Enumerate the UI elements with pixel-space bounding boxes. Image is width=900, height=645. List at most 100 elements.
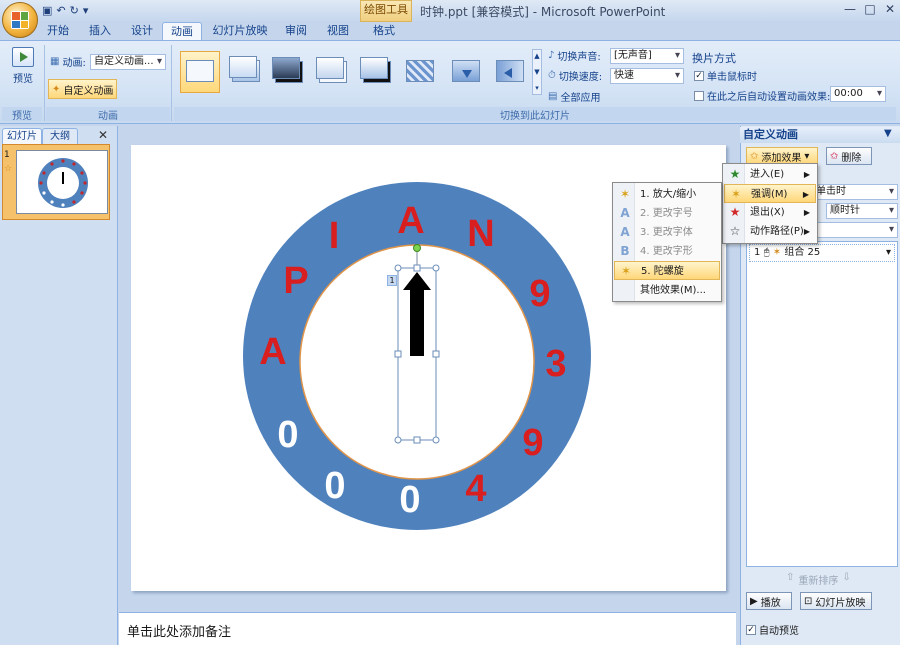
group-label-preview: 预览 [2, 107, 42, 122]
close-panel-icon[interactable]: ✕ [98, 128, 108, 142]
chevron-down-icon: ▾ [885, 247, 891, 258]
transition-sound-dropdown[interactable]: [无声音] [610, 48, 684, 64]
close-button[interactable]: ✕ [880, 2, 900, 18]
pane-title: 自定义动画 [740, 127, 900, 143]
animate-icon: ▦ [50, 56, 60, 67]
tab-slides[interactable]: 幻灯片 [2, 128, 42, 144]
move-down-icon[interactable]: ⇩ [842, 572, 850, 587]
move-up-icon[interactable]: ⇧ [786, 572, 794, 587]
undo-icon[interactable]: ↶ [56, 4, 65, 17]
qat-customize-icon[interactable]: ▾ [83, 4, 89, 17]
tab-animations[interactable]: 动画 [162, 22, 202, 40]
auto-advance-time-spinner[interactable]: 00:00 [830, 86, 886, 102]
grow-shrink-icon: ✶ [619, 187, 631, 201]
add-effect-menu: ★ 进入(E) ▶ ✶ 强调(M) ▶ ★ 退出(X) ▶ ☆ 动作路径(P) ▶ [722, 163, 818, 244]
reorder-label: 重新排序 [798, 576, 839, 587]
transition-fade[interactable] [226, 51, 266, 93]
office-logo-icon [11, 11, 29, 29]
tab-outline[interactable]: 大纲 [42, 128, 78, 144]
maximize-button[interactable]: □ [860, 2, 880, 18]
tab-review[interactable]: 审阅 [278, 22, 314, 40]
ring-letter: 3 [545, 343, 566, 385]
on-mouse-click-checkbox[interactable]: ✓ 单击鼠标时 [694, 68, 757, 83]
quick-access-toolbar: ▣ ↶ ↻ ▾ [42, 2, 88, 18]
ring-letter: A [397, 200, 424, 242]
slideshow-icon: ⊡ [804, 595, 813, 607]
checkbox-empty-icon [694, 90, 704, 101]
menu-item-exit[interactable]: ★ 退出(X) ▶ [724, 203, 816, 222]
submenu-arrow-icon: ▶ [803, 227, 810, 236]
apply-to-all-button[interactable]: ▤ 全部应用 [548, 89, 600, 104]
reorder-controls: ⇧ 重新排序 ⇩ [786, 572, 851, 587]
star-green-icon: ★ [729, 167, 741, 181]
submenu-arrow-icon: ▶ [802, 190, 809, 199]
font-icon: A [620, 225, 630, 239]
gallery-scroll[interactable]: ▲ ▼ ▾ [532, 49, 542, 95]
spin-icon: ✶ [620, 264, 632, 278]
ring-letter: N [467, 213, 494, 255]
slide-thumbnail[interactable] [16, 150, 108, 214]
transition-cut[interactable] [312, 51, 352, 93]
emphasis-effects-menu: ✶ 1. 放大/缩小 A 2. 更改字号 A 3. 更改字体 B 4. 更改字形 ✶ 5.… [612, 182, 722, 302]
speed-icon: ⏱ [548, 70, 556, 81]
ribbon: 预览 预览 ▦动画: 自定义动画... ✦自定义动画 动画 ▲ ▼ ▾ ♪切换声音:… [0, 40, 900, 124]
submenu-arrow-icon: ▶ [803, 208, 810, 217]
tab-slideshow[interactable]: 幻灯片放映 [208, 22, 272, 40]
auto-preview-checkbox[interactable]: ✓ 自动预览 [746, 622, 799, 637]
transition-wipe-left[interactable] [490, 51, 530, 93]
minimize-button[interactable]: — [840, 2, 860, 18]
animation-star-icon: ☆ [4, 164, 13, 174]
play-button[interactable]: ▶ 播放 [746, 592, 792, 610]
transition-dissolve[interactable] [400, 51, 440, 93]
tab-view[interactable]: 视图 [320, 22, 356, 40]
preview-button[interactable]: 预览 [6, 47, 40, 85]
office-button[interactable] [2, 2, 38, 38]
tab-design[interactable]: 设计 [124, 22, 160, 40]
redo-icon[interactable]: ↻ [70, 4, 79, 17]
remove-effect-button[interactable]: ✩ 删除 [826, 147, 872, 165]
tab-insert[interactable]: 插入 [82, 22, 118, 40]
transition-cut-black[interactable] [356, 51, 396, 93]
add-effect-star-icon: ✩ [750, 150, 759, 162]
transition-speed-label: ⏱ 切换速度: [548, 70, 603, 83]
tab-format[interactable]: 格式 [364, 22, 404, 40]
auto-advance-checkbox[interactable]: 在此之后自动设置动画效果: [694, 88, 830, 103]
group-label-transition: 切换到此幻灯片 [174, 107, 896, 122]
start-dropdown[interactable]: 单击时 [812, 184, 898, 200]
menu-item-grow-shrink[interactable]: ✶ 1. 放大/缩小 [614, 185, 720, 204]
ring-letter: 4 [465, 468, 486, 510]
notes-pane[interactable]: 单击此处添加备注 [119, 612, 736, 645]
menu-item-emphasis[interactable]: ✶ 强调(M) ▶ [724, 184, 816, 203]
transition-fade-black[interactable] [268, 51, 308, 93]
menu-item-spin[interactable]: ✶ 5. 陀螺旋 [614, 261, 720, 280]
animation-order-tag[interactable]: 1 [387, 275, 397, 286]
divider [44, 45, 45, 121]
menu-item-change-font-style: B 4. 更改字形 [614, 242, 720, 261]
preview-icon [12, 47, 34, 67]
pane-menu-icon[interactable]: ▼ [884, 128, 892, 139]
menu-item-entrance[interactable]: ★ 进入(E) ▶ [724, 165, 816, 184]
ring-letter: I [329, 215, 340, 257]
transition-wipe-down[interactable] [446, 51, 486, 93]
transition-speed-dropdown[interactable]: 快速 [610, 68, 684, 84]
ring-letter: 9 [522, 422, 543, 464]
custom-animation-button[interactable]: ✦ 自定义动画 [48, 79, 118, 99]
speed-dropdown[interactable] [812, 222, 898, 238]
bold-icon: B [620, 244, 630, 258]
animation-list[interactable]: 1 🖰 ✶ 组合 25 ▾ [746, 241, 898, 567]
play-icon: ▶ [750, 595, 758, 607]
slide-number: 1 [4, 150, 10, 160]
slideshow-button[interactable]: ⊡ 幻灯片放映 [800, 592, 872, 610]
save-icon[interactable]: ▣ [42, 4, 52, 17]
property-dropdown[interactable]: 顺时针 [826, 203, 898, 219]
transition-none[interactable] [180, 51, 220, 93]
ring-letter: A [259, 331, 286, 373]
menu-item-motion-path[interactable]: ☆ 动作路径(P) ▶ [724, 222, 816, 241]
list-item[interactable]: 1 🖰 ✶ 组合 25 ▾ [749, 244, 895, 262]
tab-home[interactable]: 开始 [40, 22, 76, 40]
ring-letter: P [283, 260, 308, 302]
group-label-animation: 动画 [46, 107, 170, 122]
scroll-down-icon: ▼ [534, 67, 540, 76]
animate-dropdown[interactable]: 自定义动画... [90, 54, 166, 70]
menu-item-more-effects[interactable]: 其他效果(M)... [614, 281, 720, 300]
